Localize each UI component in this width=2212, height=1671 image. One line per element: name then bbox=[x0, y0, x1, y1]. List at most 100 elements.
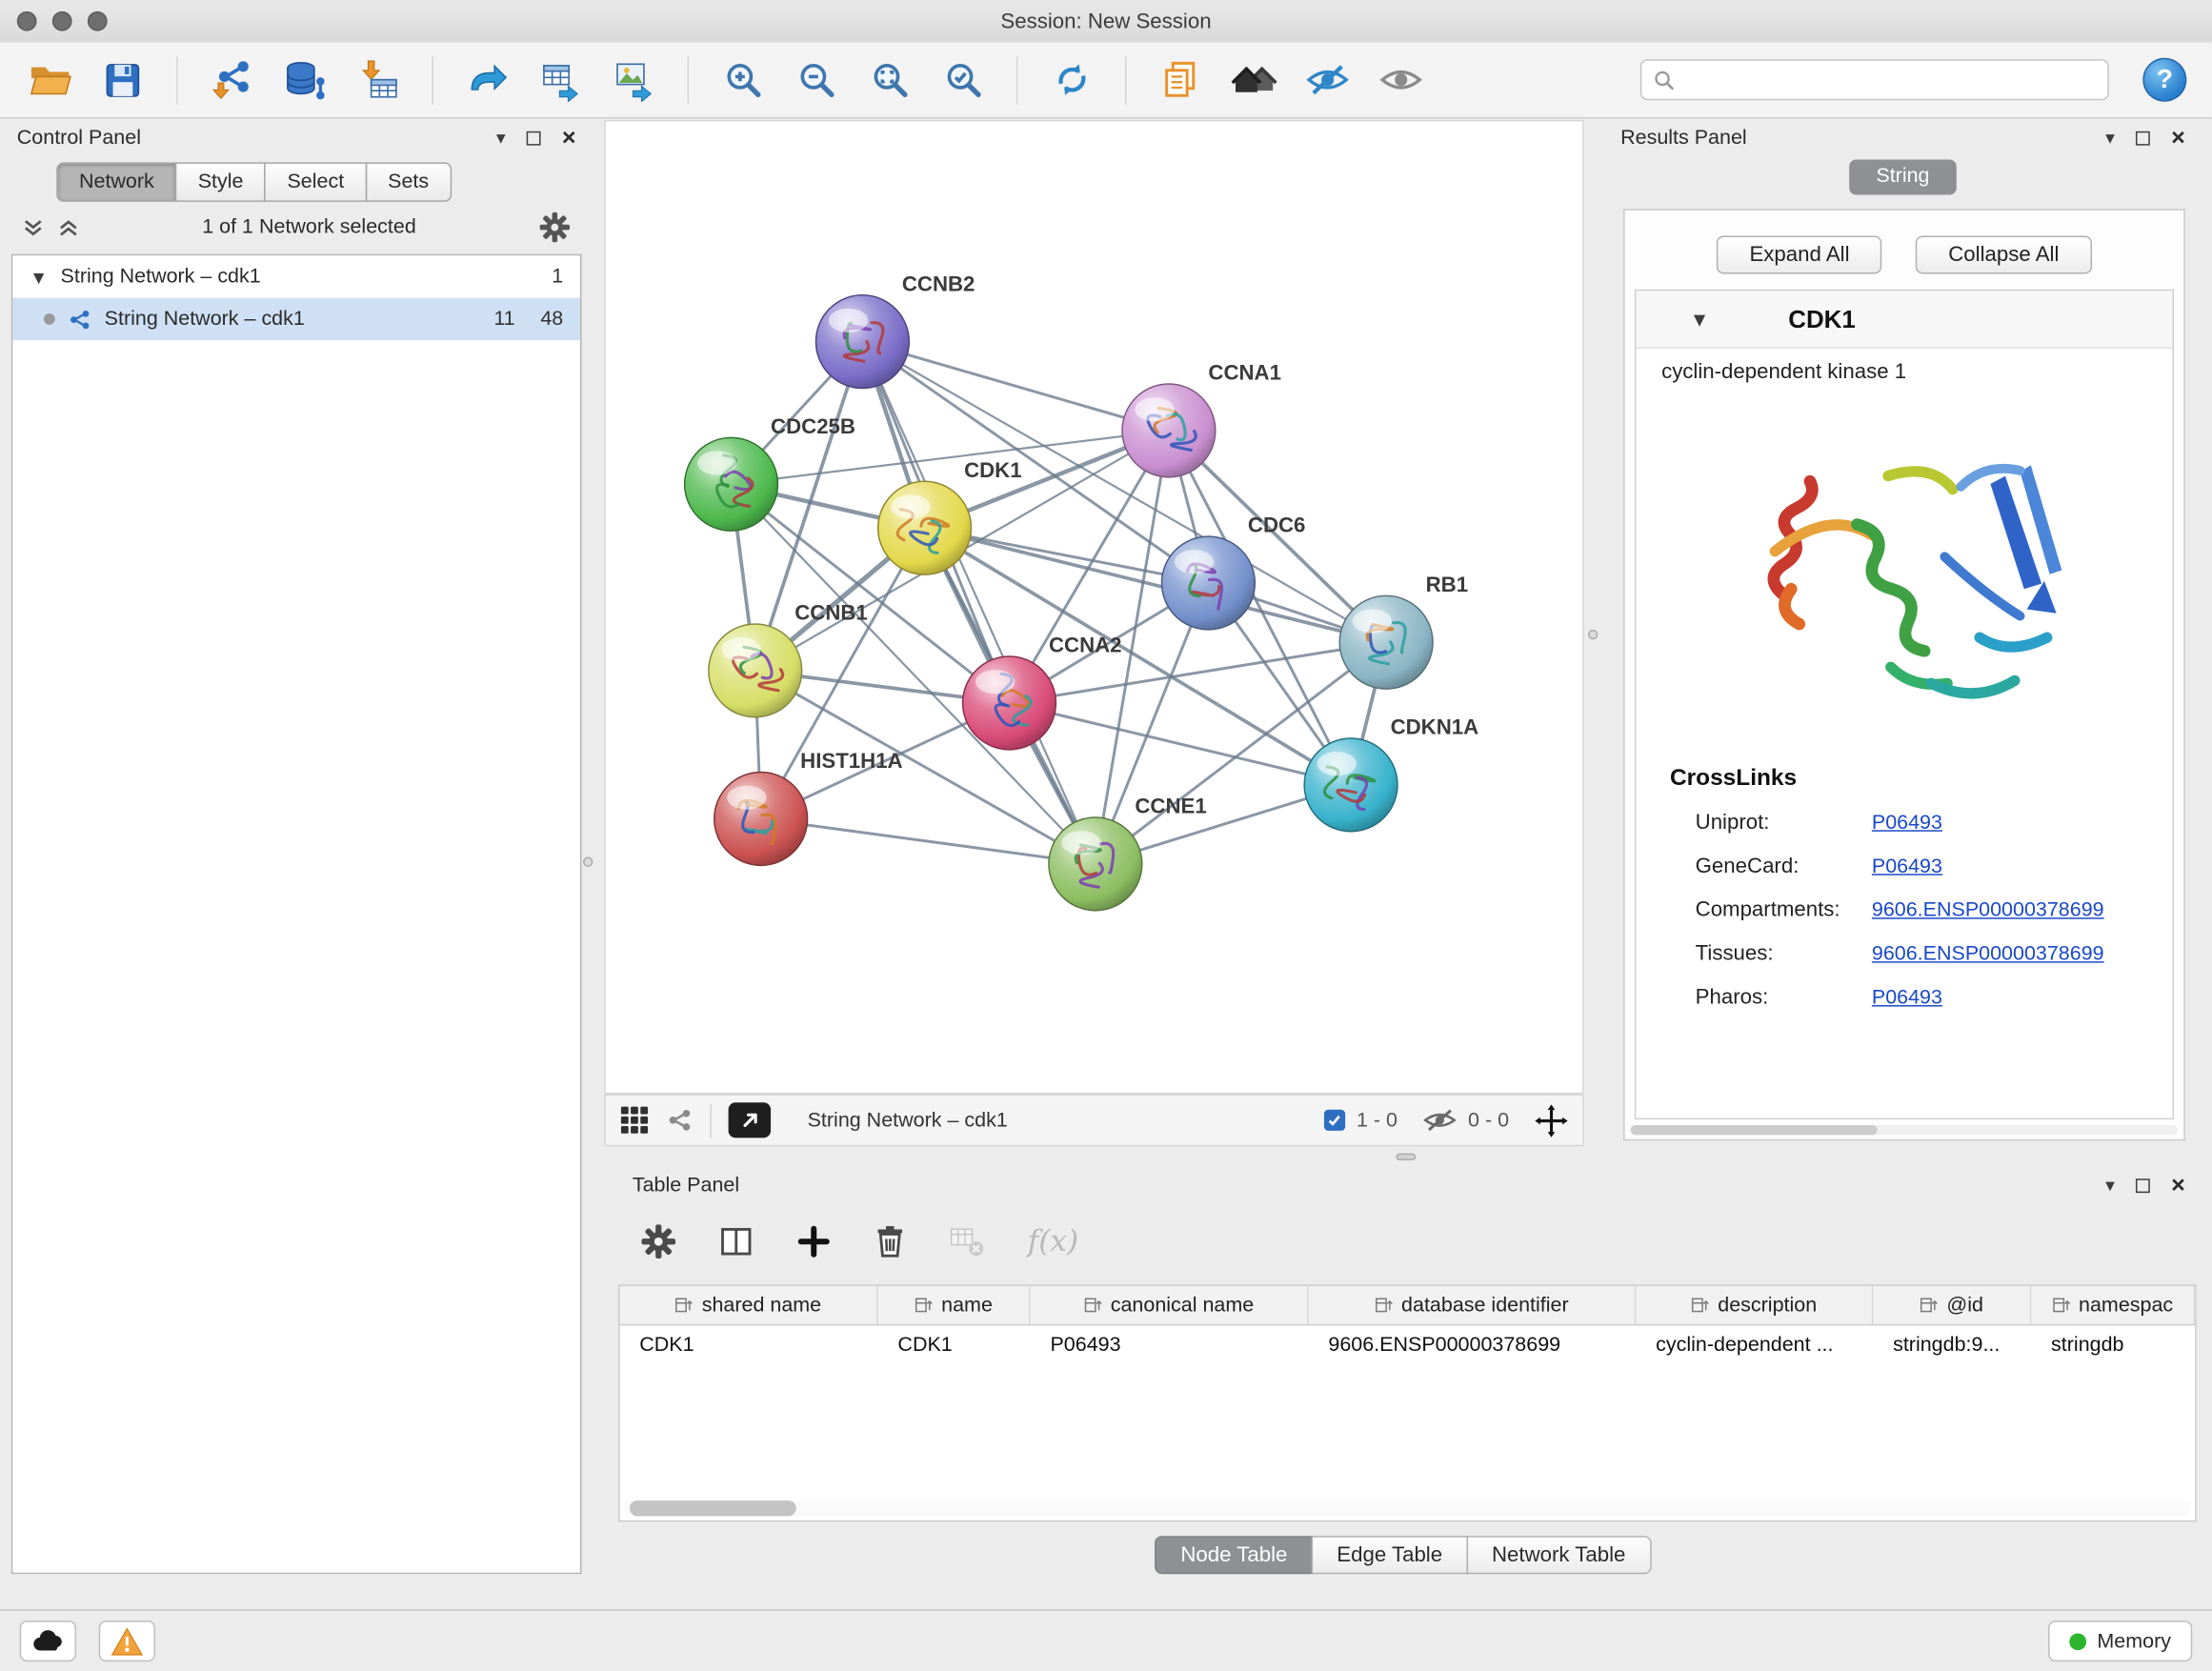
zoom-fit-button[interactable] bbox=[856, 50, 921, 110]
expand-all-icon[interactable] bbox=[58, 216, 79, 237]
table-cell[interactable]: stringdb:9... bbox=[1873, 1334, 2031, 1357]
table-row[interactable]: CDK1 CDK1 P06493 9606.ENSP00000378699 cy… bbox=[620, 1325, 2196, 1363]
panel-menu-icon[interactable]: ▾ bbox=[496, 129, 506, 147]
search-box[interactable] bbox=[1640, 59, 2109, 100]
table-cell[interactable]: CDK1 bbox=[878, 1334, 1031, 1357]
export-network-button[interactable] bbox=[454, 50, 519, 110]
collapse-all-icon[interactable] bbox=[23, 216, 44, 237]
network-node-RB1[interactable]: RB1 bbox=[1339, 573, 1468, 689]
table-horizontal-scrollbar[interactable] bbox=[624, 1500, 2191, 1516]
network-node-CDC6[interactable]: CDC6 bbox=[1162, 513, 1306, 630]
zoom-selected-button[interactable] bbox=[931, 50, 995, 110]
memory-button[interactable]: Memory bbox=[2048, 1621, 2193, 1661]
network-node-CCNA1[interactable]: CCNA1 bbox=[1122, 361, 1281, 477]
show-all-button[interactable] bbox=[1368, 50, 1433, 110]
delete-column-trash-icon[interactable] bbox=[874, 1223, 906, 1258]
panel-menu-icon[interactable]: ▾ bbox=[2105, 1176, 2115, 1194]
float-panel-icon[interactable] bbox=[2136, 1178, 2150, 1193]
float-panel-icon[interactable] bbox=[527, 131, 541, 145]
network-node-CDK1[interactable]: CDK1 bbox=[878, 458, 1022, 574]
tab-edge-table[interactable]: Edge Table bbox=[1312, 1536, 1468, 1574]
add-column-icon[interactable] bbox=[796, 1223, 832, 1258]
network-edge[interactable] bbox=[862, 342, 1169, 431]
open-session-button[interactable] bbox=[17, 50, 82, 110]
network-view[interactable]: CCNB2CCNA1CDC25BCDK1CDC6RB1CCNB1CCNA2CDK… bbox=[604, 120, 1583, 1094]
results-scrollbar[interactable] bbox=[1630, 1125, 2178, 1135]
gene-section-header[interactable]: ▼ CDK1 bbox=[1636, 291, 2172, 349]
tab-style[interactable]: Style bbox=[175, 162, 266, 201]
expand-all-button[interactable]: Expand All bbox=[1717, 235, 1881, 273]
tab-sets[interactable]: Sets bbox=[365, 162, 451, 201]
left-splitter-handle[interactable] bbox=[583, 856, 593, 866]
zoom-in-button[interactable] bbox=[710, 50, 774, 110]
column-header[interactable]: name bbox=[878, 1286, 1031, 1324]
table-cell[interactable]: P06493 bbox=[1031, 1334, 1309, 1357]
close-panel-icon[interactable]: × bbox=[562, 126, 576, 150]
warnings-button[interactable] bbox=[99, 1621, 155, 1661]
birds-eye-grid-icon[interactable] bbox=[620, 1105, 650, 1135]
float-panel-icon[interactable] bbox=[2136, 131, 2150, 145]
crosslink-link[interactable]: P06493 bbox=[1872, 855, 1942, 877]
help-button[interactable]: ? bbox=[2142, 58, 2186, 102]
column-header[interactable]: database identifier bbox=[1309, 1286, 1637, 1324]
section-collapse-icon[interactable]: ▼ bbox=[1690, 310, 1710, 330]
table-cell[interactable]: 9606.ENSP00000378699 bbox=[1309, 1334, 1637, 1357]
hidden-eye-slash-icon[interactable] bbox=[1423, 1107, 1458, 1134]
gear-icon[interactable] bbox=[539, 211, 571, 243]
horizontal-splitter-handle[interactable] bbox=[1397, 1154, 1417, 1160]
column-header[interactable]: namespac bbox=[2031, 1286, 2195, 1324]
import-table-button[interactable] bbox=[346, 50, 411, 110]
close-panel-icon[interactable]: × bbox=[2171, 126, 2185, 150]
network-node-CCNB2[interactable]: CCNB2 bbox=[815, 272, 975, 388]
crosslink-link[interactable]: P06493 bbox=[1872, 811, 1942, 834]
tab-network-table[interactable]: Network Table bbox=[1466, 1536, 1651, 1574]
selected-nodes-checkbox[interactable] bbox=[1324, 1110, 1345, 1131]
table-cell[interactable]: CDK1 bbox=[620, 1334, 878, 1357]
search-input[interactable] bbox=[1684, 67, 2097, 92]
tab-select[interactable]: Select bbox=[265, 162, 367, 201]
collapse-all-button[interactable]: Collapse All bbox=[1916, 235, 2091, 273]
cloud-status-button[interactable] bbox=[20, 1621, 76, 1661]
network-edge[interactable] bbox=[1009, 703, 1351, 785]
column-header[interactable]: @id bbox=[1873, 1286, 2031, 1324]
export-image-button[interactable] bbox=[601, 50, 666, 110]
network-node-HIST1H1A[interactable]: HIST1H1A bbox=[714, 749, 903, 865]
crosslink-link[interactable]: 9606.ENSP00000378699 bbox=[1872, 942, 2104, 965]
tab-node-table[interactable]: Node Table bbox=[1156, 1536, 1313, 1574]
network-graph[interactable]: CCNB2CCNA1CDC25BCDK1CDC6RB1CCNB1CCNA2CDK… bbox=[606, 121, 1582, 1092]
apply-layout-button[interactable] bbox=[1039, 50, 1104, 110]
column-header[interactable]: shared name bbox=[620, 1286, 878, 1324]
network-edge[interactable] bbox=[761, 818, 1096, 863]
hide-selected-button[interactable] bbox=[1295, 50, 1359, 110]
tree-expand-icon[interactable]: ▼ bbox=[30, 268, 48, 286]
network-home-button[interactable] bbox=[1221, 50, 1286, 110]
crosslink-link[interactable]: P06493 bbox=[1872, 986, 1942, 1009]
column-header[interactable]: description bbox=[1636, 1286, 1873, 1324]
close-panel-icon[interactable]: × bbox=[2171, 1173, 2185, 1197]
table-cell[interactable]: cyclin-dependent ... bbox=[1636, 1334, 1873, 1357]
open-in-browser-button[interactable] bbox=[729, 1102, 771, 1137]
network-node-CDKN1A[interactable]: CDKN1A bbox=[1304, 715, 1478, 832]
import-network-database-button[interactable] bbox=[272, 50, 337, 110]
crosslink-row: GeneCard: P06493 bbox=[1636, 844, 2172, 888]
tab-network[interactable]: Network bbox=[56, 162, 176, 201]
save-session-button[interactable] bbox=[90, 50, 155, 110]
right-splitter-handle[interactable] bbox=[1588, 630, 1598, 639]
network-row-selected[interactable]: String Network – cdk1 11 48 bbox=[12, 298, 580, 340]
network-type-icon[interactable] bbox=[666, 1107, 693, 1134]
show-columns-icon[interactable] bbox=[718, 1223, 754, 1258]
network-node-CCNB1[interactable]: CCNB1 bbox=[709, 601, 868, 717]
table-settings-gear-icon[interactable] bbox=[641, 1223, 676, 1258]
crosslink-link[interactable]: 9606.ENSP00000378699 bbox=[1872, 898, 2104, 921]
import-network-file-button[interactable] bbox=[199, 50, 264, 110]
graphics-details-button[interactable] bbox=[1148, 50, 1213, 110]
pan-crosshair-icon[interactable] bbox=[1535, 1103, 1569, 1137]
network-edge[interactable] bbox=[862, 342, 1095, 864]
column-header[interactable]: canonical name bbox=[1031, 1286, 1309, 1324]
network-collection-row[interactable]: ▼ String Network – cdk1 1 bbox=[12, 255, 580, 297]
export-table-button[interactable] bbox=[528, 50, 593, 110]
zoom-out-button[interactable] bbox=[783, 50, 848, 110]
panel-menu-icon[interactable]: ▾ bbox=[2105, 129, 2115, 147]
table-cell[interactable]: stringdb bbox=[2031, 1334, 2195, 1357]
tab-string[interactable]: String bbox=[1849, 159, 1956, 194]
